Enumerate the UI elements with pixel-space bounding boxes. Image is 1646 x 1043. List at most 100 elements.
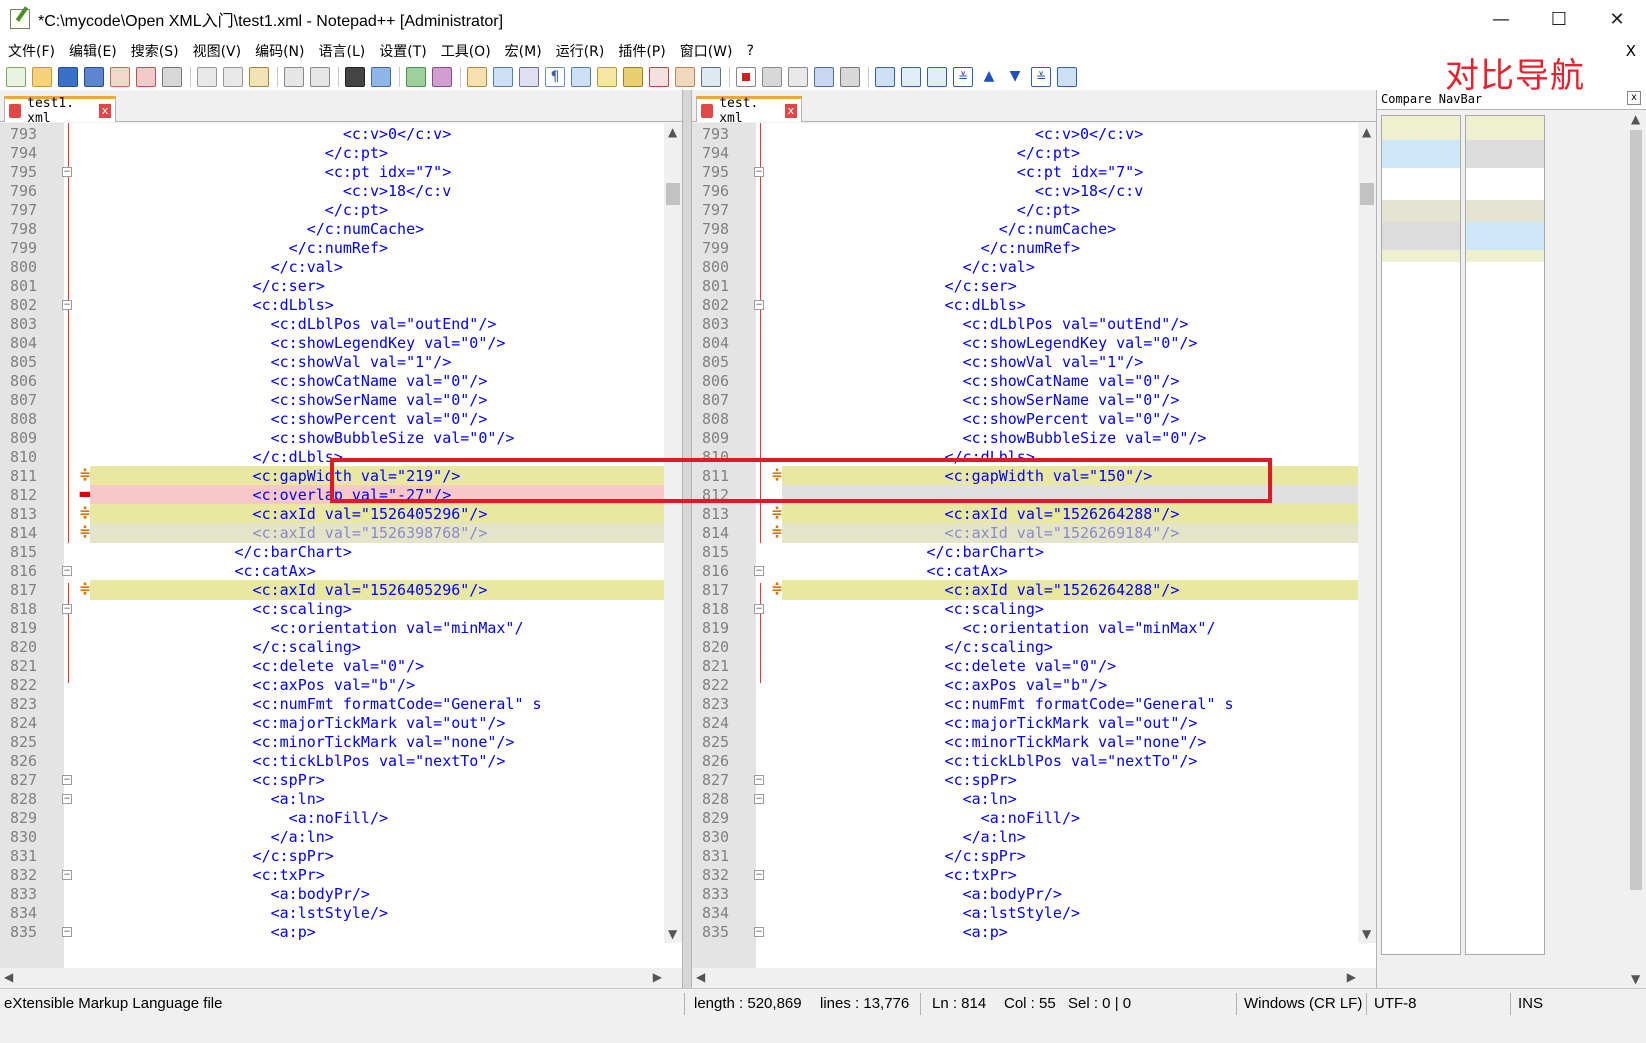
menu-help[interactable]: ?: [747, 43, 754, 59]
code-line[interactable]: 826 <c:tickLblPos val="nextTo"/>: [0, 751, 682, 771]
code-line[interactable]: 833 <a:bodyPr/>: [0, 884, 682, 904]
code-line[interactable]: 816 − <c:catAx>: [692, 561, 1376, 581]
code-line[interactable]: 822 <c:axPos val="b"/>: [692, 675, 1376, 695]
code-line[interactable]: 831 </c:spPr>: [692, 846, 1376, 866]
code-line[interactable]: 799 </c:numRef>: [692, 238, 1376, 258]
last-diff-icon[interactable]: ≚: [1031, 67, 1051, 87]
tab-test1-xml[interactable]: test1. xml x: [4, 96, 116, 126]
print-icon[interactable]: [162, 67, 182, 87]
code-line[interactable]: 802 − <c:dLbls>: [692, 295, 1376, 315]
code-line[interactable]: 820 </c:scaling>: [692, 637, 1376, 657]
code-line[interactable]: 817 ≑ <c:axId val="1526264288"/>: [692, 580, 1376, 600]
code-line[interactable]: 814 ≑ <c:axId val="1526269184"/>: [692, 523, 1376, 543]
code-line[interactable]: 819 <c:orientation val="minMax"/: [692, 618, 1376, 638]
horizontal-scrollbar[interactable]: ◀ ▶: [0, 968, 682, 988]
fold-toggle-icon[interactable]: −: [754, 775, 764, 785]
minimize-button[interactable]: —: [1472, 0, 1530, 38]
navbar-close-icon[interactable]: x: [1627, 91, 1641, 105]
code-line[interactable]: 832 − <c:txPr>: [692, 865, 1376, 885]
code-line[interactable]: 795 − <c:pt idx="7">: [692, 162, 1376, 182]
sync-vertical-icon[interactable]: [467, 67, 487, 87]
code-line[interactable]: 814 ≑ <c:axId val="1526398768"/>: [0, 523, 682, 543]
scroll-down-icon[interactable]: ▼: [1631, 972, 1640, 986]
code-line[interactable]: 807 <c:showSerName val="0"/>: [692, 390, 1376, 410]
run-macro-multiple-icon[interactable]: [814, 67, 834, 87]
code-line[interactable]: 833 <a:bodyPr/>: [692, 884, 1376, 904]
fold-toggle-icon[interactable]: −: [754, 794, 764, 804]
scroll-left-icon[interactable]: ◀: [4, 970, 13, 984]
code-line[interactable]: 815 </c:barChart>: [692, 542, 1376, 562]
code-line[interactable]: 827 − <c:spPr>: [692, 770, 1376, 790]
fold-toggle-icon[interactable]: −: [62, 566, 72, 576]
code-line[interactable]: 832 − <c:txPr>: [0, 865, 682, 885]
sync-horizontal-icon[interactable]: [493, 67, 513, 87]
code-line[interactable]: 818 − <c:scaling>: [0, 599, 682, 619]
save-all-icon[interactable]: [84, 67, 104, 87]
code-line[interactable]: 835 − <a:p>: [0, 922, 682, 942]
code-line[interactable]: 804 <c:showLegendKey val="0"/>: [692, 333, 1376, 353]
code-line[interactable]: 806 <c:showCatName val="0"/>: [692, 371, 1376, 391]
scroll-right-icon[interactable]: ▶: [1347, 970, 1356, 984]
code-line[interactable]: 829 <a:noFill/>: [0, 808, 682, 828]
next-diff-icon[interactable]: ▼: [1005, 67, 1025, 87]
code-line[interactable]: 799 </c:numRef>: [0, 238, 682, 258]
code-line[interactable]: 801 </c:ser>: [0, 276, 682, 296]
fold-toggle-icon[interactable]: −: [754, 566, 764, 576]
code-line[interactable]: 800 </c:val>: [692, 257, 1376, 277]
code-line[interactable]: 796 <c:v>18</c:v: [692, 181, 1376, 201]
code-line[interactable]: 834 <a:lstStyle/>: [692, 903, 1376, 923]
code-line[interactable]: 821 <c:delete val="0"/>: [0, 656, 682, 676]
code-line[interactable]: 816 − <c:catAx>: [0, 561, 682, 581]
menu-file[interactable]: 文件(F): [8, 41, 55, 61]
code-line[interactable]: 827 − <c:spPr>: [0, 770, 682, 790]
code-line[interactable]: 822 <c:axPos val="b"/>: [0, 675, 682, 695]
code-line[interactable]: 807 <c:showSerName val="0"/>: [0, 390, 682, 410]
left-editor[interactable]: 793 <c:v>0</c:v> 794 </c:pt> 795− <c:pt id…: [0, 123, 682, 988]
cut-icon[interactable]: [197, 67, 217, 87]
code-line[interactable]: 803 <c:dLblPos val="outEnd"/>: [0, 314, 682, 334]
code-line[interactable]: 793 <c:v>0</c:v>: [0, 124, 682, 144]
show-all-characters-icon[interactable]: ¶: [545, 67, 565, 87]
paste-icon[interactable]: [249, 67, 269, 87]
code-line[interactable]: 835 − <a:p>: [692, 922, 1376, 942]
zoom-in-icon[interactable]: [406, 67, 426, 87]
replace-icon[interactable]: [371, 67, 391, 87]
scroll-left-icon[interactable]: ◀: [696, 970, 705, 984]
close-document-button[interactable]: X: [1626, 42, 1636, 60]
find-icon[interactable]: [345, 67, 365, 87]
fold-toggle-icon[interactable]: −: [754, 604, 764, 614]
scroll-down-icon[interactable]: ▼: [668, 927, 677, 941]
navbar-scrollbar[interactable]: ▲ ▼: [1627, 110, 1645, 988]
open-file-icon[interactable]: [32, 67, 52, 87]
code-line[interactable]: 826 <c:tickLblPos val="nextTo"/>: [692, 751, 1376, 771]
compare-icon[interactable]: [875, 67, 895, 87]
code-line[interactable]: 802 − <c:dLbls>: [0, 295, 682, 315]
menu-encoding[interactable]: 编码(N): [255, 41, 304, 61]
code-line[interactable]: 818 − <c:scaling>: [692, 599, 1376, 619]
code-line[interactable]: 813 ≑ <c:axId val="1526264288"/>: [692, 504, 1376, 524]
code-line[interactable]: 805 <c:showVal val="1"/>: [692, 352, 1376, 372]
code-line[interactable]: 808 <c:showPercent val="0"/>: [692, 409, 1376, 429]
fold-toggle-icon[interactable]: −: [62, 300, 72, 310]
code-line[interactable]: 809 <c:showBubbleSize val="0"/>: [0, 428, 682, 448]
fold-toggle-icon[interactable]: −: [62, 775, 72, 785]
navbar-right-map[interactable]: [1465, 115, 1545, 955]
code-line[interactable]: 815 </c:barChart>: [0, 542, 682, 562]
menu-plugins[interactable]: 插件(P): [618, 41, 665, 61]
code-line[interactable]: 821 <c:delete val="0"/>: [692, 656, 1376, 676]
code-line[interactable]: 797 </c:pt>: [692, 200, 1376, 220]
code-line[interactable]: 813 ≑ <c:axId val="1526405296"/>: [0, 504, 682, 524]
code-line[interactable]: 795 − <c:pt idx="7">: [0, 162, 682, 182]
record-macro-icon[interactable]: [736, 67, 756, 87]
zoom-out-icon[interactable]: [432, 67, 452, 87]
code-line[interactable]: 794 </c:pt>: [0, 143, 682, 163]
fold-toggle-icon[interactable]: −: [62, 870, 72, 880]
menu-view[interactable]: 视图(V): [193, 41, 242, 61]
code-line[interactable]: 830 </a:ln>: [0, 827, 682, 847]
fold-toggle-icon[interactable]: −: [62, 167, 72, 177]
code-line[interactable]: 823 <c:numFmt formatCode="General" s: [0, 694, 682, 714]
new-file-icon[interactable]: [6, 67, 26, 87]
folder-workspace-icon[interactable]: [675, 67, 695, 87]
horizontal-scrollbar[interactable]: ◀ ▶: [692, 968, 1376, 988]
first-diff-icon[interactable]: ≚: [953, 67, 973, 87]
